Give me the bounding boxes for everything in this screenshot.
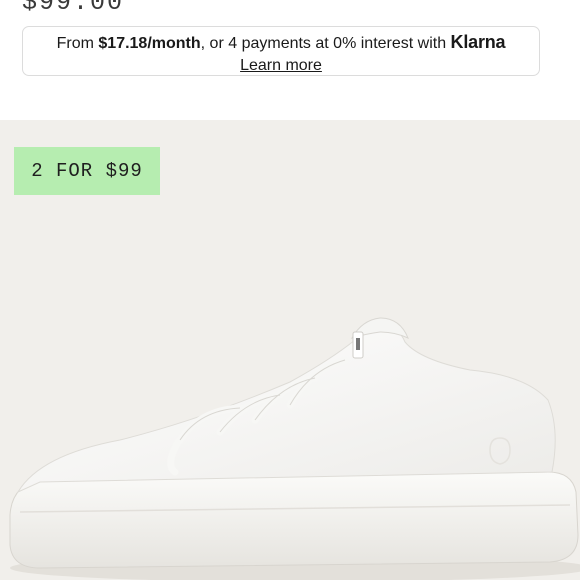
learn-more-link[interactable]: Learn more (240, 55, 322, 77)
shoe-upper (16, 324, 556, 494)
shoe-sole (9, 471, 579, 569)
promo-badge: 2 FOR $99 (14, 147, 160, 195)
financing-middle-text: , or 4 payments at 0% interest with (200, 35, 451, 52)
product-page: $99.00 From $17.18/month, or 4 payments … (0, 0, 580, 580)
product-price: $99.00 (22, 0, 125, 17)
financing-monthly-amount: $17.18/month (98, 35, 201, 52)
klarna-financing-banner[interactable]: From $17.18/month, or 4 payments at 0% i… (22, 26, 540, 76)
product-image[interactable]: 2 FOR $99 (0, 120, 580, 580)
klarna-logo: Klarna (450, 32, 506, 52)
financing-prefix: From (56, 35, 99, 52)
